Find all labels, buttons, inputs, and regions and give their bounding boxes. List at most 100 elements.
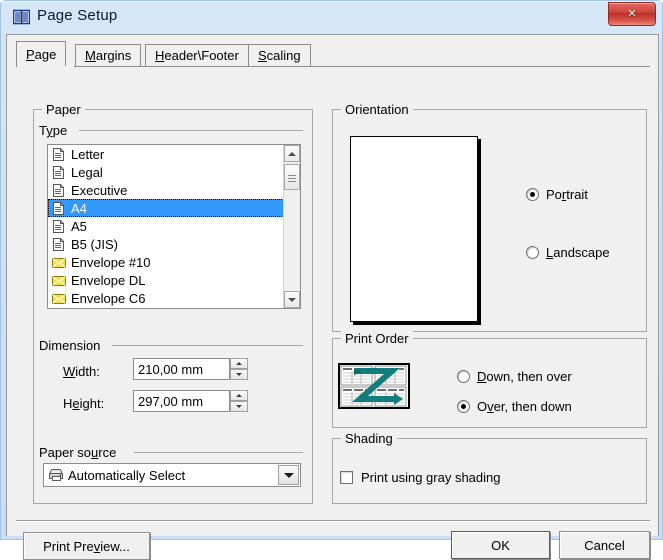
width-input[interactable]: 210,00 mm: [133, 358, 230, 380]
radio-landscape-label: Landscape: [546, 245, 610, 260]
orientation-group-label: Orientation: [341, 102, 413, 117]
list-item[interactable]: Legal: [48, 163, 300, 181]
document-icon: [51, 219, 67, 234]
chevron-down-icon: [288, 297, 296, 302]
list-item-label: Envelope #10: [71, 254, 151, 270]
list-item[interactable]: A5: [48, 217, 300, 235]
tab-scaling-label-rest: caling: [266, 48, 301, 63]
chevron-up-icon: [236, 362, 242, 365]
tab-scaling[interactable]: Scaling: [248, 44, 311, 66]
chevron-up-icon: [236, 394, 242, 397]
paper-type-listbox[interactable]: Letter Legal Executive A4 A5 B5 (JIS) En…: [47, 144, 301, 309]
envelope-icon: [51, 255, 67, 270]
radio-portrait-label: Portrait: [546, 187, 588, 202]
list-item[interactable]: Executive: [48, 181, 300, 199]
envelope-icon: [51, 291, 67, 306]
radio-down-then-over-label: Down, then over: [477, 369, 572, 384]
list-item-label: B5 (JIS): [71, 236, 118, 252]
checkbox-print-gray-shading-label: Print using gray shading: [361, 470, 501, 485]
tab-header-footer[interactable]: Header\Footer: [145, 44, 249, 66]
portrait-page-preview: [350, 136, 478, 322]
height-value: 297,00 mm: [138, 393, 204, 409]
height-stepper-up[interactable]: [230, 390, 248, 401]
print-order-z-icon: [338, 363, 410, 409]
paper-type-rule: [79, 130, 303, 131]
chevron-down-icon: [236, 405, 242, 408]
list-item-label: Legal: [71, 164, 103, 180]
paper-type-label: Type: [39, 123, 74, 138]
dialog-client-area: Page Margins Header\Footer Scaling Paper…: [6, 34, 659, 560]
list-item-label: Letter: [71, 146, 105, 162]
list-item-label: Envelope DL: [71, 272, 146, 288]
document-icon: [51, 201, 67, 216]
document-icon: [51, 165, 67, 180]
radio-over-then-down[interactable]: Over, then down: [457, 399, 572, 414]
radio-portrait-indicator: [526, 188, 539, 201]
width-label: Width:: [63, 364, 100, 379]
radio-landscape[interactable]: Landscape: [526, 245, 610, 260]
print-order-group-label: Print Order: [341, 331, 413, 346]
width-value: 210,00 mm: [138, 361, 204, 377]
paper-source-label: Paper source: [39, 445, 123, 460]
print-preview-button-label: Print Preview...: [43, 538, 130, 554]
paper-source-rule: [134, 452, 303, 453]
close-icon: ×: [627, 5, 637, 22]
close-button[interactable]: ×: [608, 2, 656, 26]
document-icon: [51, 183, 67, 198]
radio-down-then-over[interactable]: Down, then over: [457, 369, 572, 384]
tab-page[interactable]: Page: [16, 41, 67, 67]
title-bar[interactable]: Page Setup ×: [1, 1, 663, 34]
height-stepper[interactable]: [230, 390, 248, 412]
dimension-label: Dimension: [39, 338, 107, 353]
page-setup-dialog-window: Page Setup × Page Margins Header\Footer …: [0, 0, 663, 560]
radio-over-then-down-indicator: [457, 400, 470, 413]
active-tab-underline-mask: [17, 66, 74, 68]
scroll-down-button[interactable]: [284, 291, 300, 308]
tab-margins-label-rest: argins: [95, 48, 132, 63]
list-item-label: Executive: [71, 182, 128, 198]
radio-over-then-down-label: Over, then down: [477, 399, 572, 414]
paper-source-value: Automatically Select: [68, 467, 186, 483]
chevron-down-icon: [283, 472, 294, 478]
width-stepper-up[interactable]: [230, 358, 248, 369]
list-item-label: A5: [71, 218, 87, 234]
paper-group-label: Paper: [42, 102, 85, 117]
envelope-icon: [51, 273, 67, 288]
cancel-button[interactable]: Cancel: [559, 531, 650, 559]
listbox-scrollbar[interactable]: [283, 145, 300, 308]
height-stepper-down[interactable]: [230, 401, 248, 412]
tab-page-label-rest: age: [34, 47, 57, 62]
radio-down-then-over-indicator: [457, 370, 470, 383]
scrollbar-thumb[interactable]: [284, 164, 300, 190]
list-item[interactable]: Letter: [48, 145, 300, 163]
footer-divider: [16, 520, 650, 522]
list-item[interactable]: Envelope C6: [48, 289, 300, 307]
list-item[interactable]: Envelope #10: [48, 253, 300, 271]
radio-portrait[interactable]: Portrait: [526, 187, 588, 202]
print-preview-button[interactable]: Print Preview...: [23, 532, 150, 560]
width-stepper-down[interactable]: [230, 369, 248, 380]
list-item-label: Envelope C6: [71, 290, 146, 306]
shading-group-label: Shading: [341, 431, 397, 446]
scroll-up-button[interactable]: [284, 145, 300, 162]
list-item[interactable]: B5 (JIS): [48, 235, 300, 253]
width-stepper[interactable]: [230, 358, 248, 380]
height-input[interactable]: 297,00 mm: [133, 390, 230, 412]
tabstrip-underline: [16, 66, 650, 67]
chevron-up-icon: [288, 151, 296, 156]
window-title: Page Setup: [37, 7, 118, 24]
paper-source-dropdown-button[interactable]: [278, 465, 299, 485]
checkbox-print-gray-shading[interactable]: Print using gray shading: [340, 470, 501, 485]
chevron-down-icon: [236, 373, 242, 376]
list-item[interactable]: Envelope DL: [48, 271, 300, 289]
paper-source-select[interactable]: Automatically Select: [43, 463, 301, 487]
checkbox-indicator: [340, 471, 353, 484]
radio-landscape-indicator: [526, 246, 539, 259]
list-item-selected[interactable]: A4: [48, 199, 300, 217]
printer-icon: [44, 468, 64, 482]
tab-headerfooter-label-rest: eader\Footer: [164, 48, 239, 63]
dimension-rule: [112, 345, 303, 346]
tab-margins[interactable]: Margins: [75, 44, 142, 66]
document-icon: [51, 147, 67, 162]
ok-button[interactable]: OK: [451, 531, 550, 559]
